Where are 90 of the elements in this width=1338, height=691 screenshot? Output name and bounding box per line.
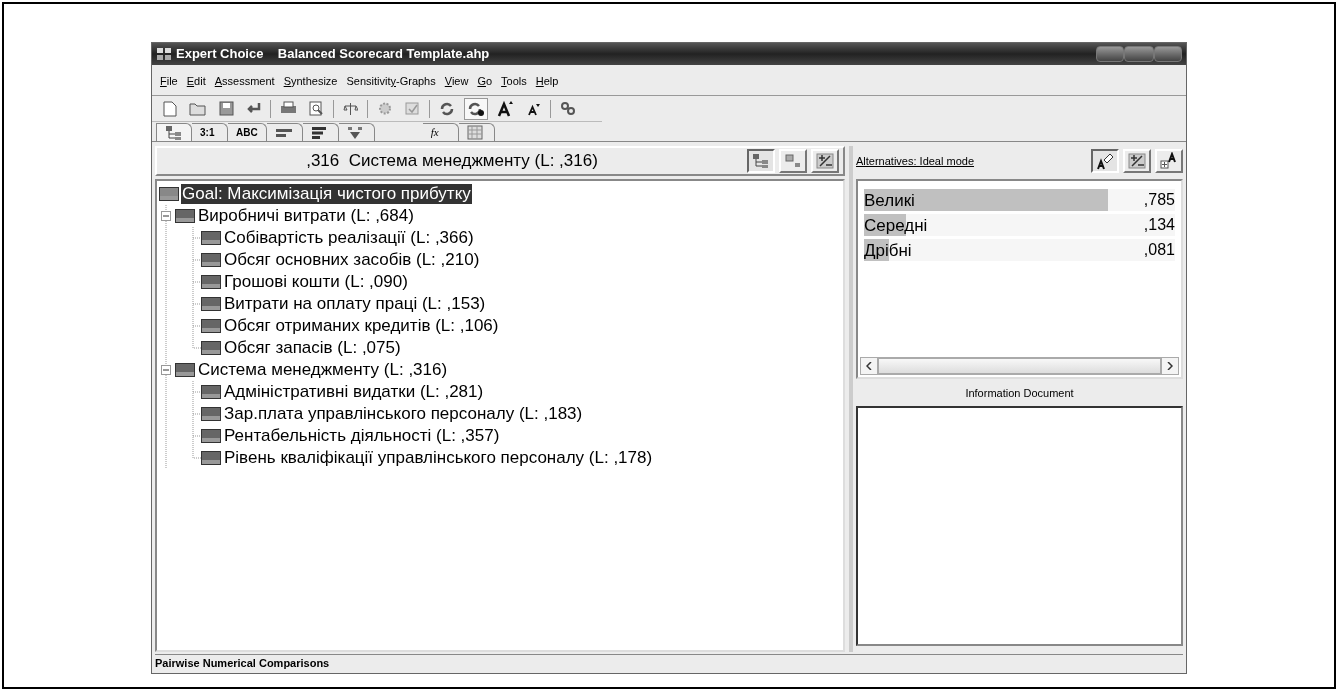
add-letter-icon [1160, 152, 1178, 170]
node-icon [201, 275, 221, 289]
chevron-right-icon [1167, 362, 1173, 370]
node-icon [201, 253, 221, 267]
new-document-icon [163, 100, 177, 117]
menu-item[interactable]: File [160, 73, 178, 90]
tab[interactable]: fx [422, 123, 459, 141]
tree-node-label[interactable]: Обсяг основних засобів (L: ,210) [223, 250, 481, 270]
tree-node-label[interactable]: Адміністративні видатки (L: ,281) [223, 382, 485, 402]
tree-node-label[interactable]: Собівартість реалізації (L: ,366) [223, 228, 475, 248]
printer-icon [280, 101, 297, 116]
tab[interactable] [156, 123, 192, 141]
tree-node-label[interactable]: Грошові кошти (L: ,090) [223, 272, 409, 292]
menu-item[interactable]: Tools [501, 73, 527, 90]
node-icon [201, 231, 221, 245]
information-document-area[interactable] [856, 405, 1183, 646]
tab[interactable]: ABC [228, 123, 267, 141]
horizontal-scrollbar[interactable] [860, 357, 1179, 375]
node-icon [201, 429, 221, 443]
magnifier-page-icon [309, 101, 324, 116]
tree-node-label[interactable]: Обсяг запасів (L: ,075) [223, 338, 402, 358]
font-smaller-icon [527, 101, 541, 116]
menu-item[interactable]: Go [477, 73, 493, 90]
menu-item[interactable]: Synthesize [283, 73, 338, 90]
app-logo-icon [156, 47, 172, 61]
circular-arrows-icon [439, 100, 455, 117]
alternative-name: Великі [864, 190, 915, 210]
collapse-toggle[interactable] [161, 211, 171, 221]
menu-item[interactable]: Edit [186, 73, 206, 90]
plus-minus-icon [1128, 153, 1146, 169]
horizontal-bars-icon [274, 126, 293, 139]
alternative-name: Середні [864, 215, 928, 235]
circular-arrows-dot-icon [467, 100, 485, 117]
funnel-icon [346, 125, 363, 140]
alternative-priority: ,134 [1143, 214, 1175, 235]
gear-icon [377, 101, 393, 116]
close-button[interactable] [1154, 46, 1182, 62]
node-icon [175, 209, 195, 223]
table-grid-icon [466, 125, 483, 140]
maximize-button[interactable] [1124, 46, 1154, 62]
tree-node-label[interactable]: Рівень кваліфікації управлінського персоналу (L: ,178) [223, 448, 654, 468]
scroll-left-button[interactable] [861, 358, 878, 374]
tree-node-label[interactable]: Виробничі витрати (L: ,684) [197, 206, 415, 226]
alternative-name: Дрібні [864, 240, 912, 260]
menu-item[interactable]: View [444, 73, 469, 90]
scroll-right-button[interactable] [1161, 358, 1178, 374]
menu-item[interactable]: Assessment [214, 73, 275, 90]
menu-item[interactable]: Sensitivity-Graphs [346, 73, 436, 90]
tab[interactable]: 3:1 [192, 123, 228, 141]
linked-nodes-icon [560, 101, 576, 116]
tree-node-label[interactable]: Goal: Максимізація чистого прибутку [181, 184, 472, 204]
collapse-toggle[interactable] [161, 365, 171, 375]
node-icon [201, 341, 221, 355]
tab[interactable] [266, 123, 303, 141]
node-icon [201, 451, 221, 465]
node-icon [175, 363, 195, 377]
tab[interactable] [302, 123, 339, 141]
window-title: Expert Choice Balanced Scorecard Template.ahp [176, 45, 490, 64]
toggle-button[interactable] [747, 149, 775, 173]
tree-node-label[interactable]: Зар.плата управлінського персоналу (L: ,183) [223, 404, 584, 424]
tab[interactable] [338, 123, 375, 141]
sorted-bars-icon [310, 125, 327, 140]
balance-scale-icon [343, 101, 358, 116]
node-icon [159, 187, 179, 201]
menu-item[interactable]: Help [535, 73, 559, 90]
toggle-button[interactable] [1091, 149, 1119, 173]
alternative-priority: ,081 [1143, 239, 1175, 260]
font-larger-icon [497, 100, 515, 117]
toolbar-button[interactable] [464, 97, 488, 120]
alternatives-mode-link[interactable]: Alternatives: Ideal mode [856, 152, 974, 170]
letter-with-pen-icon [1096, 152, 1114, 170]
plus-minus-icon [816, 153, 834, 169]
tree-node-label[interactable]: Система менеджменту (L: ,316) [197, 360, 449, 380]
nodes-icon [784, 153, 802, 169]
tree-node-label[interactable]: Обсяг отриманих кредитів (L: ,106) [223, 316, 500, 336]
status-text: Pairwise Numerical Comparisons [155, 655, 330, 671]
hierarchy-icon [752, 153, 770, 169]
minimize-button[interactable] [1096, 46, 1124, 62]
document-check-icon [405, 101, 420, 116]
node-icon [201, 407, 221, 421]
alternative-priority: ,785 [1143, 189, 1175, 210]
folder-icon [189, 101, 207, 116]
chevron-left-icon [866, 362, 872, 370]
tree-node-label[interactable]: Рентабельність діяльності (L: ,357) [223, 426, 501, 446]
information-document-title: Information Document [964, 386, 1075, 401]
tree-node-label[interactable]: Витрати на оплату праці (L: ,153) [223, 294, 487, 314]
node-icon [201, 297, 221, 311]
node-icon [201, 385, 221, 399]
current-node-label: ,316 Система менеджменту (L: ,316) [305, 150, 599, 173]
node-icon [201, 319, 221, 333]
